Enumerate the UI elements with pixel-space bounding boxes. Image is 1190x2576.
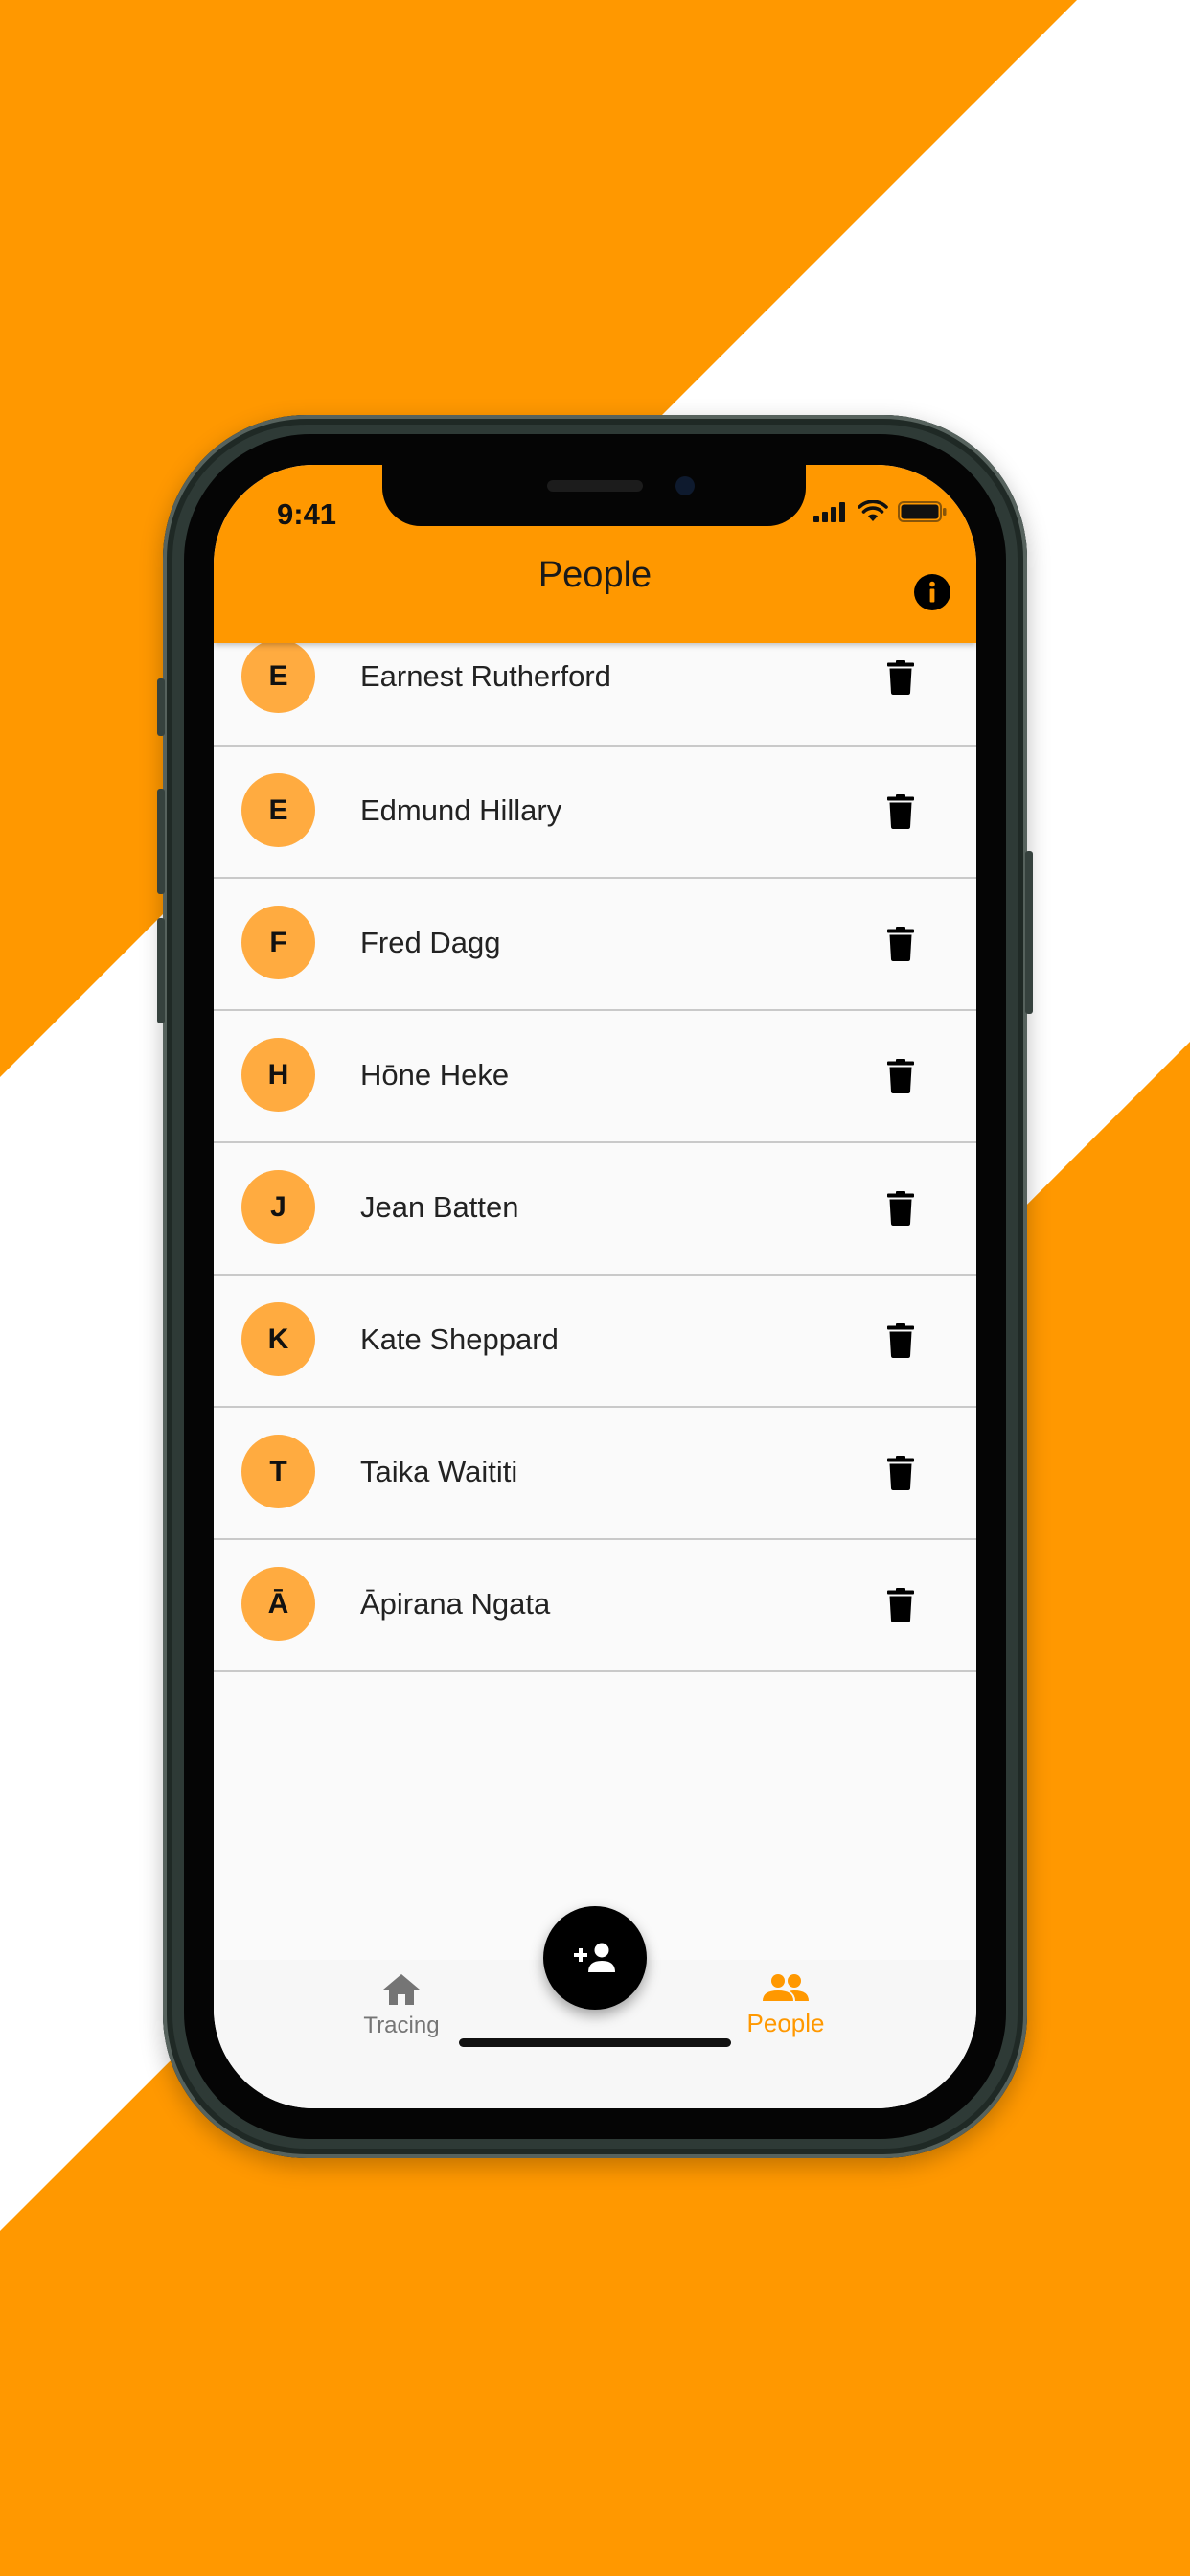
- trash-icon[interactable]: [887, 1588, 914, 1622]
- avatar: H: [241, 1038, 315, 1112]
- person-name: Kate Sheppard: [360, 1322, 559, 1356]
- avatar: J: [241, 1170, 315, 1244]
- person-name: Jean Batten: [360, 1190, 519, 1224]
- person-name: Āpirana Ngata: [360, 1587, 551, 1621]
- people-icon: [763, 1974, 809, 2001]
- avatar: T: [241, 1435, 315, 1508]
- nav-label-people: People: [746, 2009, 825, 2037]
- avatar: K: [241, 1302, 315, 1376]
- trash-icon[interactable]: [887, 794, 914, 829]
- speaker-grille: [547, 480, 643, 492]
- nav-item-people[interactable]: People: [690, 1973, 881, 2038]
- person-name: Taika Waititi: [360, 1455, 518, 1488]
- page-title: People: [538, 555, 652, 595]
- trash-icon[interactable]: [887, 660, 914, 695]
- person-name: Edmund Hillary: [360, 794, 562, 827]
- app-screen: 9:41 People E Earnest Rutherford E Edmun…: [214, 465, 976, 2108]
- avatar: E: [241, 773, 315, 847]
- camera-dot: [675, 476, 695, 495]
- home-indicator: [459, 2038, 731, 2047]
- list-item[interactable]: H Hōne Heke: [214, 1011, 976, 1143]
- list-item[interactable]: K Kate Sheppard: [214, 1276, 976, 1408]
- trash-icon[interactable]: [887, 1059, 914, 1093]
- avatar: E: [241, 639, 315, 713]
- list-item[interactable]: T Taika Waititi: [214, 1408, 976, 1540]
- list-item[interactable]: F Fred Dagg: [214, 879, 976, 1011]
- home-icon: [383, 1974, 420, 2005]
- trash-icon[interactable]: [887, 1191, 914, 1226]
- app-bar: 9:41 People: [214, 465, 976, 643]
- status-icons: [813, 497, 948, 526]
- status-time: 9:41: [277, 497, 337, 531]
- person-name: Fred Dagg: [360, 926, 501, 959]
- notch: [382, 465, 806, 526]
- phone-frame: 9:41 People E Earnest Rutherford E Edmun…: [157, 415, 1033, 2158]
- wifi-icon: [858, 500, 888, 521]
- nav-label-tracing: Tracing: [363, 2012, 440, 2038]
- list-item[interactable]: Ā Āpirana Ngata: [214, 1540, 976, 1672]
- nav-item-tracing[interactable]: Tracing: [306, 1973, 497, 2039]
- trash-icon[interactable]: [887, 1323, 914, 1358]
- person-name: Hōne Heke: [360, 1058, 510, 1092]
- add-person-icon: [574, 1943, 615, 1972]
- add-person-button[interactable]: [543, 1906, 647, 2010]
- person-name: Earnest Rutherford: [360, 659, 611, 693]
- avatar: Ā: [241, 1567, 315, 1641]
- trash-icon[interactable]: [887, 1456, 914, 1490]
- avatar: F: [241, 906, 315, 979]
- battery-icon: [898, 501, 947, 522]
- trash-icon[interactable]: [887, 927, 914, 961]
- list-item[interactable]: J Jean Batten: [214, 1143, 976, 1276]
- signal-icon: [813, 502, 845, 522]
- list-item[interactable]: E Edmund Hillary: [214, 747, 976, 879]
- info-icon[interactable]: [913, 573, 951, 611]
